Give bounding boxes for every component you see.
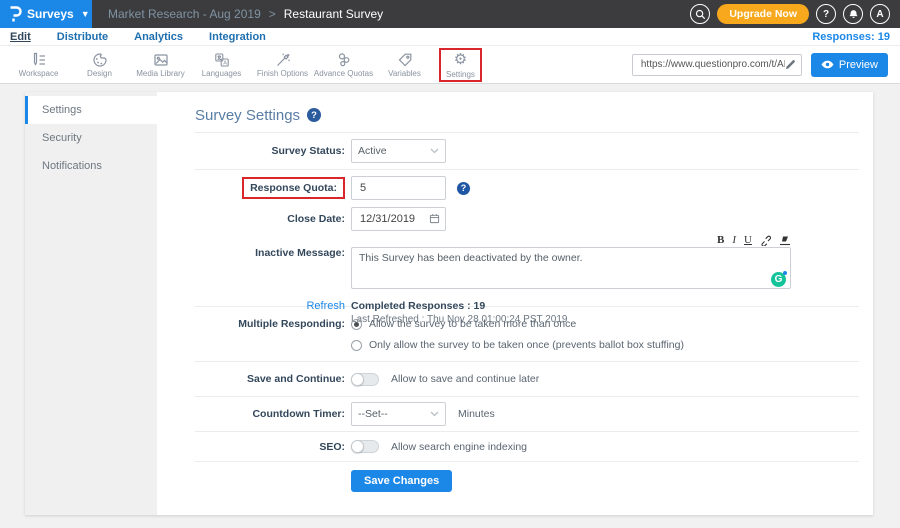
inactive-message-textarea[interactable]: This Survey has been deactivated by the … — [351, 247, 791, 289]
survey-status-label: Survey Status: — [195, 145, 345, 157]
breadcrumb: Market Research - Aug 2019 > Restaurant … — [92, 0, 383, 28]
inactive-message-wrap: This Survey has been deactivated by the … — [351, 247, 791, 294]
product-name: Surveys — [27, 7, 74, 21]
countdown-timer-label: Countdown Timer: — [195, 408, 345, 420]
save-continue-description: Allow to save and continue later — [391, 373, 539, 385]
topbar-actions: Upgrade Now ? A — [690, 0, 900, 28]
radio-option-multiple-allowed[interactable]: Allow the survey to be taken more than o… — [351, 318, 684, 330]
completed-responses: Completed Responses : 19 — [351, 300, 567, 312]
toolbar-item-variables[interactable]: Variables — [374, 51, 435, 78]
settings-sidebar: Settings Security Notifications — [25, 92, 157, 515]
close-date-input[interactable] — [351, 207, 446, 231]
bold-button[interactable]: B — [717, 234, 724, 246]
upgrade-now-button[interactable]: Upgrade Now — [717, 4, 809, 24]
advance-quotas-icon — [336, 51, 352, 68]
chevron-down-icon: ▼ — [81, 9, 90, 19]
help-button[interactable]: ? — [816, 4, 836, 24]
survey-url-field[interactable] — [632, 54, 802, 76]
response-quota-input[interactable] — [351, 176, 446, 200]
countdown-timer-row: Countdown Timer: --Set-- Minutes — [195, 397, 859, 432]
save-continue-toggle[interactable] — [351, 373, 379, 386]
bell-icon — [848, 9, 859, 20]
avatar[interactable]: A — [870, 4, 890, 24]
settings-main: Survey Settings ? Survey Status: Active — [157, 92, 873, 515]
variables-icon — [397, 51, 413, 68]
design-icon — [92, 51, 108, 68]
seo-description: Allow search engine indexing — [391, 441, 527, 453]
close-date-label: Close Date: — [195, 213, 345, 225]
quota-help-icon[interactable]: ? — [457, 182, 470, 195]
page-title: Survey Settings — [195, 107, 300, 124]
quota-block: Response Quota: ? Close Date: — [195, 170, 859, 307]
radio-unselected-icon[interactable] — [351, 340, 362, 351]
edit-toolbar: Workspace Design Media Library A Languag… — [0, 46, 900, 84]
seo-row: SEO: Allow search engine indexing — [195, 432, 859, 462]
toolbar-item-settings[interactable]: ⚙ Settings — [439, 48, 482, 82]
settings-gear-icon: ⚙ — [454, 52, 467, 69]
search-icon — [695, 9, 706, 20]
section-nav: Edit Distribute Analytics Integration Re… — [0, 28, 900, 46]
save-continue-row: Save and Continue: Allow to save and con… — [195, 362, 859, 397]
radio-selected-icon[interactable] — [351, 319, 362, 330]
notifications-button[interactable] — [843, 4, 863, 24]
chevron-down-icon — [430, 411, 439, 417]
italic-button[interactable]: I — [732, 234, 736, 246]
breadcrumb-separator: > — [269, 7, 276, 21]
settings-card: Settings Security Notifications Survey S… — [25, 92, 873, 515]
questionpro-logo-icon — [8, 5, 22, 23]
languages-icon: A — [214, 51, 230, 68]
toolbar-item-workspace[interactable]: Workspace — [8, 51, 69, 78]
toolbar-item-finish-options[interactable]: Finish Options — [252, 51, 313, 78]
search-button[interactable] — [690, 4, 710, 24]
toolbar-item-advance-quotas[interactable]: Advance Quotas — [313, 51, 374, 78]
topbar: Surveys ▼ Market Research - Aug 2019 > R… — [0, 0, 900, 28]
nav-tab-analytics[interactable]: Analytics — [134, 31, 183, 43]
survey-status-select[interactable]: Active — [351, 139, 446, 163]
page-heading-row: Survey Settings ? — [195, 92, 859, 133]
sidebar-item-settings[interactable]: Settings — [25, 96, 157, 124]
nav-tab-distribute[interactable]: Distribute — [57, 31, 108, 43]
remove-format-icon[interactable] — [779, 235, 791, 246]
seo-toggle[interactable] — [351, 440, 379, 453]
countdown-timer-suffix: Minutes — [458, 408, 495, 420]
sidebar-item-notifications[interactable]: Notifications — [25, 152, 157, 180]
finish-options-icon — [275, 51, 291, 68]
nav-tab-integration[interactable]: Integration — [209, 31, 266, 43]
toolbar-item-design[interactable]: Design — [69, 51, 130, 78]
save-row: Save Changes — [195, 462, 859, 515]
toolbar-item-languages[interactable]: A Languages — [191, 51, 252, 78]
chevron-down-icon — [430, 148, 439, 154]
toolbar-item-media-library[interactable]: Media Library — [130, 51, 191, 78]
workspace-icon — [31, 51, 47, 68]
inactive-message-label: Inactive Message: — [195, 233, 345, 294]
response-quota-label: Response Quota: — [242, 177, 345, 199]
edit-url-pencil-icon[interactable] — [785, 59, 796, 70]
responses-count[interactable]: Responses: 19 — [812, 31, 890, 43]
link-icon[interactable] — [760, 235, 771, 246]
surveys-product-switcher[interactable]: Surveys ▼ — [0, 0, 92, 28]
save-continue-label: Save and Continue: — [195, 373, 345, 385]
radio-option-once-only[interactable]: Only allow the survey to be taken once (… — [351, 339, 684, 351]
breadcrumb-parent[interactable]: Market Research - Aug 2019 — [108, 7, 261, 21]
multiple-responding-label: Multiple Responding: — [195, 318, 345, 361]
app-window: Surveys ▼ Market Research - Aug 2019 > R… — [0, 0, 900, 528]
content-area: Settings Security Notifications Survey S… — [0, 84, 900, 527]
eye-icon — [821, 60, 834, 69]
sidebar-item-security[interactable]: Security — [25, 124, 157, 152]
seo-label: SEO: — [195, 441, 345, 453]
preview-button[interactable]: Preview — [811, 53, 888, 77]
format-toolbar: B I U — [351, 233, 791, 247]
underline-button[interactable]: U — [744, 234, 752, 246]
survey-url-group: Preview — [632, 53, 892, 77]
breadcrumb-current: Restaurant Survey — [284, 7, 383, 21]
countdown-timer-select[interactable]: --Set-- — [351, 402, 446, 426]
nav-tab-edit[interactable]: Edit — [10, 31, 31, 43]
grammarly-icon: G — [771, 272, 786, 287]
svg-text:A: A — [223, 60, 227, 66]
survey-status-row: Survey Status: Active — [195, 133, 859, 170]
survey-url-input[interactable] — [641, 59, 785, 70]
save-changes-button[interactable]: Save Changes — [351, 470, 452, 492]
help-icon[interactable]: ? — [307, 108, 321, 122]
media-library-icon — [153, 51, 169, 68]
